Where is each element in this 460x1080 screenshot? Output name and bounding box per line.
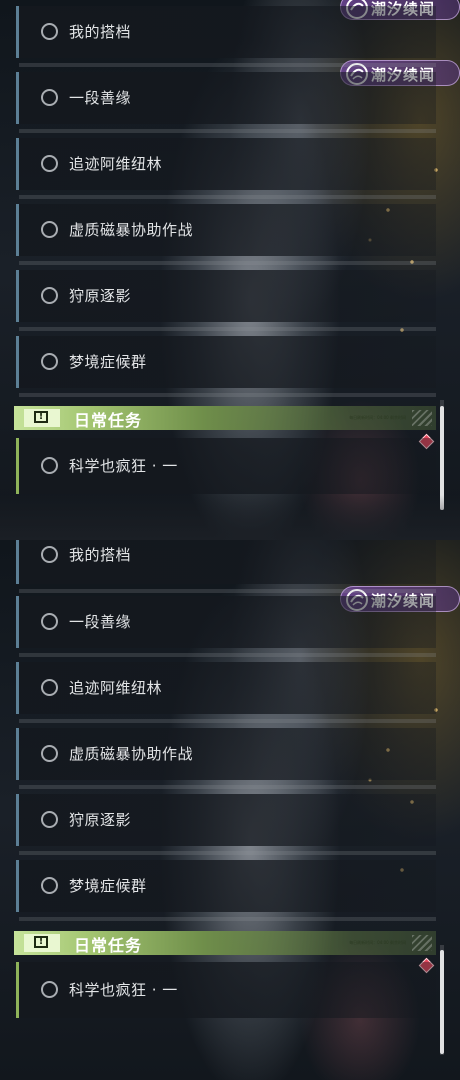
section-title: 日常任务 (74, 411, 143, 430)
quest-label: 狩原逐影 (69, 811, 132, 829)
quest-item[interactable]: 追迹阿维纽林 (16, 662, 436, 723)
scrollbar-thumb[interactable] (440, 950, 444, 1054)
quest-panel-top: 潮汐续闻 潮汐续闻 我的搭档 一段善缘 追迹阿维纽林 虚质磁暴协助作战 狩原逐影… (0, 0, 460, 540)
section-note: 每日刷新时间：04:00 剩余时间 (349, 415, 406, 420)
quest-status-ring-icon (41, 353, 58, 370)
quest-status-ring-icon (41, 23, 58, 40)
quest-label: 追迹阿维纽林 (69, 679, 163, 697)
quest-item[interactable]: 一段善缘 (16, 596, 436, 657)
quest-label: 虚质磁暴协助作战 (69, 745, 194, 763)
quest-label: 梦境症候群 (69, 353, 147, 371)
quest-label: 我的搭档 (69, 546, 132, 564)
quest-label: 狩原逐影 (69, 287, 132, 305)
quest-status-ring-icon (41, 877, 58, 894)
quest-label: 一段善缘 (69, 89, 132, 107)
quest-status-ring-icon (41, 221, 58, 238)
quest-label: 梦境症候群 (69, 877, 147, 895)
fade-bottom (0, 495, 460, 540)
quest-label: 科学也疯狂 · 一 (69, 457, 178, 475)
alert-icon: ! (24, 409, 60, 427)
quest-status-ring-icon (41, 745, 58, 762)
quest-status-ring-icon (41, 155, 58, 172)
quest-status-ring-icon (41, 89, 58, 106)
quest-item[interactable]: 梦境症候群 (16, 336, 436, 397)
quest-item[interactable]: 我的搭档 (16, 540, 436, 593)
quest-status-ring-icon (41, 679, 58, 696)
header-stripes (412, 935, 432, 951)
quest-status-ring-icon (41, 811, 58, 828)
quest-item[interactable]: 追迹阿维纽林 (16, 138, 436, 199)
quest-item[interactable]: 虚质磁暴协助作战 (16, 204, 436, 265)
daily-quest-item[interactable]: 科学也疯狂 · 一 (16, 962, 436, 1018)
quest-status-ring-icon (41, 613, 58, 630)
quest-label: 追迹阿维纽林 (69, 155, 163, 173)
quest-label: 一段善缘 (69, 613, 132, 631)
quest-label: 我的搭档 (69, 23, 132, 41)
quest-item[interactable]: 虚质磁暴协助作战 (16, 728, 436, 789)
section-title: 日常任务 (74, 936, 143, 955)
quest-label: 科学也疯狂 · 一 (69, 981, 178, 999)
quest-item[interactable]: 狩原逐影 (16, 270, 436, 331)
quest-status-ring-icon (41, 457, 58, 474)
header-stripes (412, 410, 432, 426)
daily-tasks-header[interactable]: ! 日常任务 每日刷新时间：04:00 剩余时间 (14, 931, 436, 955)
quest-item[interactable]: 梦境症候群 (16, 860, 436, 921)
quest-panel-bottom: 潮汐续闻 我的搭档 一段善缘 追迹阿维纽林 虚质磁暴协助作战 狩原逐影 梦境症候… (0, 540, 460, 1080)
quest-status-ring-icon (41, 546, 58, 563)
quest-label: 虚质磁暴协助作战 (69, 221, 194, 239)
quest-item[interactable]: 一段善缘 (16, 72, 436, 133)
daily-quest-item[interactable]: 科学也疯狂 · 一 (16, 438, 436, 494)
quest-status-ring-icon (41, 981, 58, 998)
quest-item[interactable]: 狩原逐影 (16, 794, 436, 855)
section-note: 每日刷新时间：04:00 剩余时间 (349, 940, 406, 945)
daily-tasks-header[interactable]: ! 日常任务 每日刷新时间：04:00 剩余时间 (14, 406, 436, 430)
quest-status-ring-icon (41, 287, 58, 304)
quest-item[interactable]: 我的搭档 (16, 6, 436, 67)
alert-icon: ! (24, 934, 60, 952)
